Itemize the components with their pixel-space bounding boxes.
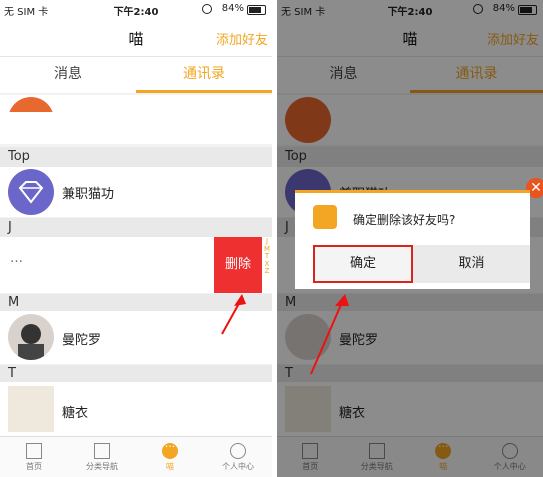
bottom-tab-bar: 首页 分类导航 喵 个人中心 <box>0 436 272 477</box>
contact-name-partial: … <box>10 251 23 266</box>
tab-category[interactable]: 分类导航 <box>68 437 136 477</box>
confirm-dialog: 确定删除该好友吗? 确定 取消 <box>295 190 530 289</box>
diamond-icon <box>18 181 44 204</box>
photo-avatar-icon <box>18 324 44 360</box>
section-header-t: T <box>0 365 272 382</box>
contact-row-tangyi[interactable]: 糖衣 <box>0 382 272 436</box>
index-letter[interactable]: Z <box>263 267 271 276</box>
avatar <box>8 169 54 215</box>
tab-profile[interactable]: 个人中心 <box>204 437 272 477</box>
tab-label: 个人中心 <box>222 462 254 471</box>
tab-home[interactable]: 首页 <box>0 437 68 477</box>
chat-bubble-icon <box>162 440 178 459</box>
carrier-label: 无 SIM 卡 <box>4 7 49 18</box>
cancel-button[interactable]: 取消 <box>413 245 530 283</box>
tab-label: 首页 <box>26 462 42 471</box>
add-friend-button[interactable]: 添加好友 <box>216 29 268 48</box>
alphabet-index[interactable]: J M T X Z <box>263 237 271 276</box>
contact-name: 糖衣 <box>62 406 89 421</box>
cat-logo-icon <box>313 205 337 229</box>
contact-name: 兼职猫功 <box>62 187 115 202</box>
section-header-j: J <box>0 218 272 237</box>
screen-right: 无 SIM 卡 下午2:40 84% 喵 添加好友 消息 通讯录 Top 兼职猫… <box>277 0 543 477</box>
tab-miao[interactable]: 喵 <box>136 437 204 477</box>
contact-name: 曼陀罗 <box>62 333 102 348</box>
avatar <box>8 314 54 360</box>
home-icon <box>26 443 42 459</box>
annotation-arrow <box>221 294 246 335</box>
section-header-top: Top <box>0 147 272 167</box>
screen-left: 无 SIM 卡 下午2:40 84% 喵 添加好友 消息 通讯录 Top 兼职猫… <box>0 0 272 477</box>
tab-label: 分类导航 <box>86 462 118 471</box>
grid-icon <box>94 443 110 459</box>
tab-label: 喵 <box>166 462 174 471</box>
rotation-lock-icon <box>202 4 212 14</box>
nav-bar: 喵 添加好友 <box>0 18 272 57</box>
blurred-area <box>0 112 272 144</box>
clock: 下午2:40 <box>113 7 159 18</box>
tab-bar-top: 消息 通讯录 <box>0 57 272 93</box>
avatar <box>8 386 54 432</box>
tab-contacts[interactable]: 通讯录 <box>136 57 272 93</box>
annotation-arrow <box>310 294 349 375</box>
dialog-message: 确定删除该好友吗? <box>353 213 456 227</box>
confirm-button[interactable]: 确定 <box>313 245 413 283</box>
status-bar: 无 SIM 卡 下午2:40 84% <box>0 0 272 18</box>
battery-percent: 84% <box>221 3 244 14</box>
tab-messages[interactable]: 消息 <box>0 57 136 93</box>
contact-row-jianzhi[interactable]: 兼职猫功 <box>0 167 272 217</box>
delete-button[interactable]: 删除 <box>214 237 262 293</box>
user-icon <box>230 443 246 459</box>
battery-icon <box>247 5 266 15</box>
